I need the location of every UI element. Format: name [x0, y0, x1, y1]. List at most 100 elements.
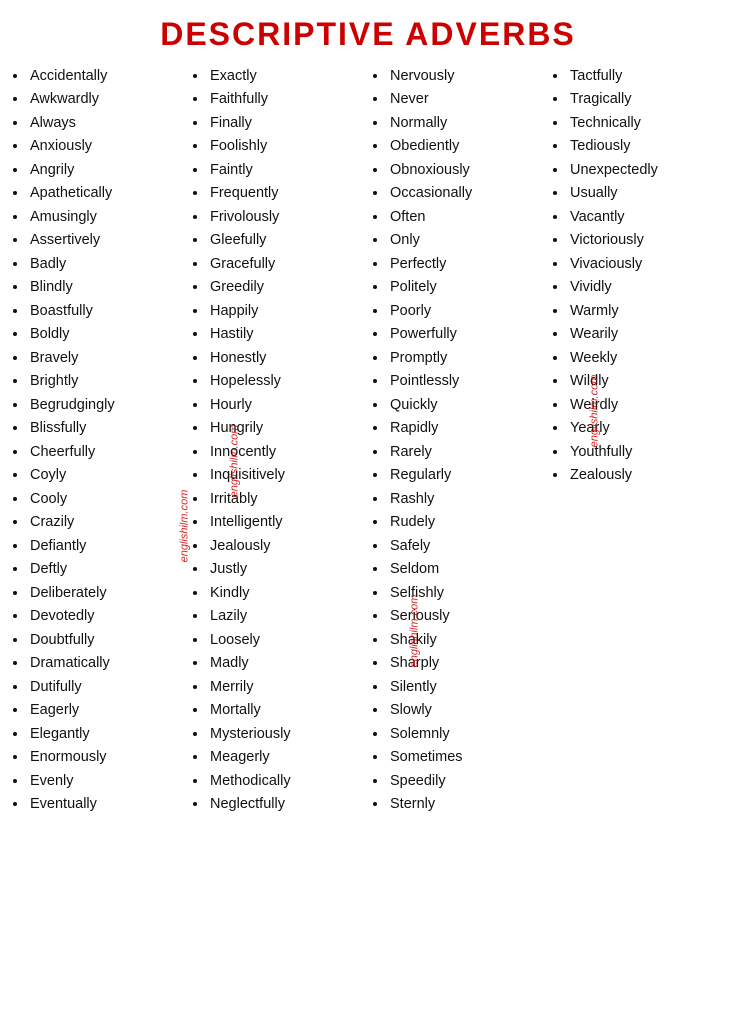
list-item: Safely — [388, 535, 546, 558]
list-item: Faintly — [208, 159, 366, 182]
list-item: Wearily — [568, 323, 726, 346]
list-item: Tediously — [568, 135, 726, 158]
list-item: Frequently — [208, 182, 366, 205]
list-item: Angrily — [28, 159, 186, 182]
column-2-list: ExactlyFaithfullyFinallyFoolishlyFaintly… — [190, 65, 366, 817]
list-item: Eagerly — [28, 699, 186, 722]
list-item: Merrily — [208, 676, 366, 699]
list-item: Obediently — [388, 135, 546, 158]
list-item: Honestly — [208, 347, 366, 370]
list-item: Deliberately — [28, 582, 186, 605]
list-item: Zealously — [568, 464, 726, 487]
list-item: Weekly — [568, 347, 726, 370]
list-item: Normally — [388, 112, 546, 135]
list-item: Greedily — [208, 276, 366, 299]
list-item: Crazily — [28, 511, 186, 534]
list-item: Politely — [388, 276, 546, 299]
list-item: Eventually — [28, 793, 186, 816]
column-1-list: AccidentallyAwkwardlyAlwaysAnxiouslyAngr… — [10, 65, 186, 817]
list-item: Hungrily — [208, 417, 366, 440]
list-item: Gleefully — [208, 229, 366, 252]
list-item: Yearly — [568, 417, 726, 440]
list-item: Slowly — [388, 699, 546, 722]
list-item: Badly — [28, 253, 186, 276]
column-2: englishilm.com ExactlyFaithfullyFinallyF… — [188, 65, 368, 817]
list-item: Frivolously — [208, 206, 366, 229]
list-item: Tragically — [568, 88, 726, 111]
list-item: Foolishly — [208, 135, 366, 158]
list-item: Victoriously — [568, 229, 726, 252]
list-item: Mysteriously — [208, 723, 366, 746]
list-item: Defiantly — [28, 535, 186, 558]
list-item: Silently — [388, 676, 546, 699]
list-item: Lazily — [208, 605, 366, 628]
list-item: Finally — [208, 112, 366, 135]
list-item: Weirdly — [568, 394, 726, 417]
list-item: Sometimes — [388, 746, 546, 769]
list-item: Vivaciously — [568, 253, 726, 276]
list-item: Nervously — [388, 65, 546, 88]
list-item: Kindly — [208, 582, 366, 605]
list-item: Boastfully — [28, 300, 186, 323]
list-item: Faithfully — [208, 88, 366, 111]
list-item: Doubtfully — [28, 629, 186, 652]
list-item: Sharply — [388, 652, 546, 675]
list-item: Rudely — [388, 511, 546, 534]
list-item: Assertively — [28, 229, 186, 252]
list-item: Happily — [208, 300, 366, 323]
list-item: Hopelessly — [208, 370, 366, 393]
list-item: Justly — [208, 558, 366, 581]
list-item: Technically — [568, 112, 726, 135]
list-item: Irritably — [208, 488, 366, 511]
list-item: Obnoxiously — [388, 159, 546, 182]
list-item: Elegantly — [28, 723, 186, 746]
list-item: Shakily — [388, 629, 546, 652]
list-item: Pointlessly — [388, 370, 546, 393]
list-item: Sternly — [388, 793, 546, 816]
list-item: Accidentally — [28, 65, 186, 88]
list-item: Speedily — [388, 770, 546, 793]
list-item: Awkwardly — [28, 88, 186, 111]
list-item: Rashly — [388, 488, 546, 511]
list-item: Amusingly — [28, 206, 186, 229]
list-item: Gracefully — [208, 253, 366, 276]
list-item: Usually — [568, 182, 726, 205]
list-item: Anxiously — [28, 135, 186, 158]
list-item: Wildly — [568, 370, 726, 393]
list-item: Tactfully — [568, 65, 726, 88]
column-3: englishilm.com NervouslyNeverNormallyObe… — [368, 65, 548, 817]
list-item: Vacantly — [568, 206, 726, 229]
list-item: Warmly — [568, 300, 726, 323]
list-item: Blissfully — [28, 417, 186, 440]
list-item: Poorly — [388, 300, 546, 323]
list-item: Inquisitively — [208, 464, 366, 487]
list-item: Cooly — [28, 488, 186, 511]
list-item: Neglectfully — [208, 793, 366, 816]
list-item: Blindly — [28, 276, 186, 299]
list-item: Begrudgingly — [28, 394, 186, 417]
list-item: Innocently — [208, 441, 366, 464]
list-item: Quickly — [388, 394, 546, 417]
list-item: Meagerly — [208, 746, 366, 769]
list-item: Youthfully — [568, 441, 726, 464]
list-item: Mortally — [208, 699, 366, 722]
list-item: Bravely — [28, 347, 186, 370]
list-item: Intelligently — [208, 511, 366, 534]
list-item: Loosely — [208, 629, 366, 652]
column-3-list: NervouslyNeverNormallyObedientlyObnoxiou… — [370, 65, 546, 817]
list-item: Rapidly — [388, 417, 546, 440]
list-item: Apathetically — [28, 182, 186, 205]
column-4: englishilm.com TactfullyTragicallyTechni… — [548, 65, 728, 817]
page-title: DESCRIPTIVE ADVERBS — [8, 10, 728, 53]
list-item: Selfishly — [388, 582, 546, 605]
adverbs-columns: AccidentallyAwkwardlyAlwaysAnxiouslyAngr… — [8, 65, 728, 817]
list-item: Hastily — [208, 323, 366, 346]
list-item: Cheerfully — [28, 441, 186, 464]
list-item: Seldom — [388, 558, 546, 581]
list-item: Regularly — [388, 464, 546, 487]
list-item: Boldly — [28, 323, 186, 346]
list-item: Only — [388, 229, 546, 252]
list-item: Often — [388, 206, 546, 229]
column-1: AccidentallyAwkwardlyAlwaysAnxiouslyAngr… — [8, 65, 188, 817]
list-item: Brightly — [28, 370, 186, 393]
